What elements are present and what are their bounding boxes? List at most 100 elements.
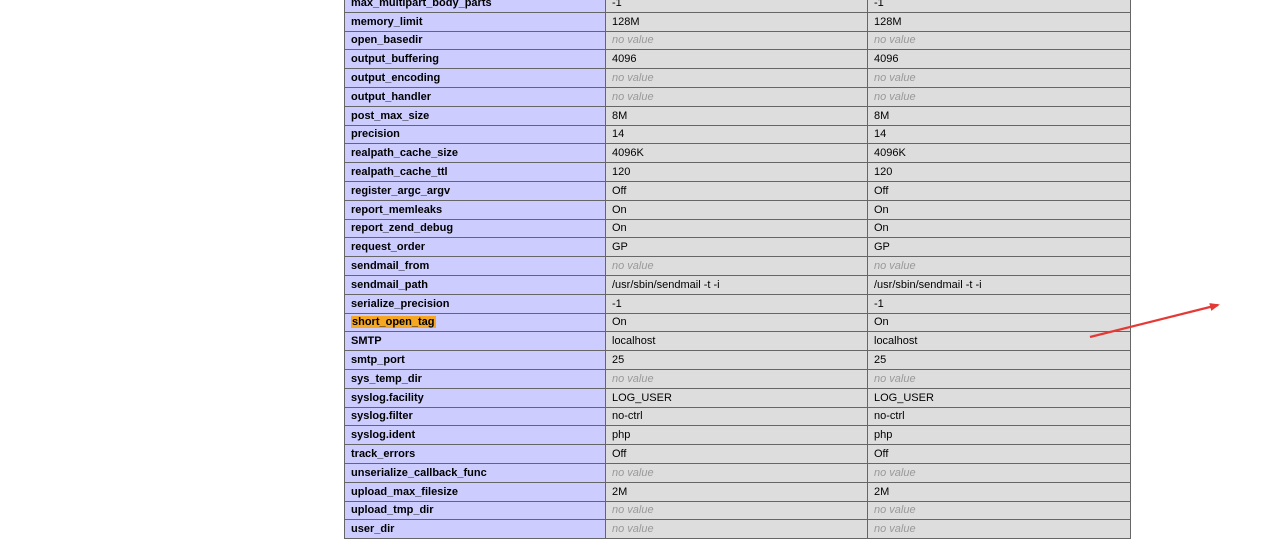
no-value-text: no value	[612, 260, 654, 273]
config-row: post_max_size 8M 8M	[344, 105, 1131, 126]
directive-name: output_handler	[351, 90, 432, 103]
php-config-table: max_multipart_body_parts -1 -1 memory_limit…	[344, 0, 1131, 540]
master-value-cell: no value	[867, 462, 1131, 483]
directive-name: SMTP	[351, 335, 382, 348]
master-value: 120	[874, 166, 893, 179]
config-row: register_argc_argv Off Off	[344, 180, 1131, 201]
config-row: syslog.filter no-ctrl no-ctrl	[344, 406, 1131, 427]
local-value-cell: 120	[605, 162, 868, 182]
directive-name: syslog.facility	[351, 391, 424, 404]
config-row: precision 14 14	[344, 124, 1131, 145]
local-value: 14	[612, 128, 625, 141]
directive-name: memory_limit	[351, 15, 423, 28]
master-value-cell: no value	[867, 256, 1131, 276]
no-value-text: no value	[612, 372, 654, 385]
directive-name-cell: open_basedir	[344, 30, 606, 51]
config-row: upload_tmp_dir no value no value	[344, 500, 1131, 521]
master-value-cell: Off	[867, 180, 1131, 201]
directive-name-cell: syslog.facility	[344, 387, 606, 408]
directive-name-cell: sendmail_path	[344, 274, 606, 295]
config-row: unserialize_callback_func no value no valu…	[344, 462, 1131, 483]
config-row: request_order GP GP	[344, 237, 1131, 258]
local-value: 120	[612, 166, 631, 179]
config-row: output_buffering 4096 4096	[344, 49, 1131, 70]
config-row: smtp_port 25 25	[344, 350, 1131, 370]
master-value-cell: On	[867, 312, 1131, 333]
local-value: localhost	[612, 335, 656, 348]
directive-name: open_basedir	[351, 34, 423, 47]
local-value: 2M	[612, 485, 628, 498]
master-value: 4096K	[874, 147, 906, 160]
local-value-cell: On	[605, 312, 868, 333]
local-value: On	[612, 316, 627, 329]
local-value: 25	[612, 354, 625, 367]
directive-name-cell: sendmail_from	[344, 256, 606, 276]
directive-name: sendmail_from	[351, 260, 430, 273]
directive-name-cell: max_multipart_body_parts	[344, 0, 606, 13]
directive-name: serialize_precision	[351, 297, 450, 310]
no-value-text: no value	[874, 90, 916, 103]
master-value-cell: GP	[867, 237, 1131, 258]
config-row: serialize_precision -1 -1	[344, 293, 1131, 314]
local-value-cell: no value	[605, 256, 868, 276]
master-value: /usr/sbin/sendmail -t -i	[874, 278, 982, 291]
config-row: track_errors Off Off	[344, 444, 1131, 464]
no-value-text: no value	[874, 523, 916, 536]
no-value-text: no value	[874, 260, 916, 273]
master-value: Off	[874, 184, 889, 197]
no-value-text: no value	[874, 34, 916, 47]
master-value-cell: LOG_USER	[867, 387, 1131, 408]
local-value: On	[612, 203, 627, 216]
local-value-cell: no value	[605, 500, 868, 521]
directive-name: register_argc_argv	[351, 184, 451, 197]
local-value: Off	[612, 448, 627, 461]
local-value-cell: On	[605, 199, 868, 220]
master-value-cell: php	[867, 425, 1131, 446]
master-value: -1	[874, 0, 884, 9]
directive-name-cell: realpath_cache_ttl	[344, 162, 606, 182]
local-value-cell: LOG_USER	[605, 387, 868, 408]
directive-name-cell: syslog.filter	[344, 406, 606, 427]
config-row: max_multipart_body_parts -1 -1	[344, 0, 1131, 13]
directive-name: realpath_cache_size	[351, 147, 459, 160]
config-row: realpath_cache_size 4096K 4096K	[344, 143, 1131, 164]
local-value: 4096	[612, 53, 637, 66]
local-value-cell: On	[605, 218, 868, 239]
master-value-cell: no value	[867, 519, 1131, 540]
directive-name-cell: serialize_precision	[344, 293, 606, 314]
master-value-cell: 4096	[867, 49, 1131, 70]
directive-name-cell: output_encoding	[344, 68, 606, 88]
local-value: GP	[612, 241, 628, 254]
config-row: sys_temp_dir no value no value	[344, 368, 1131, 389]
no-value-text: no value	[612, 90, 654, 103]
config-row: realpath_cache_ttl 120 120	[344, 162, 1131, 182]
master-value-cell: 120	[867, 162, 1131, 182]
master-value-cell: 8M	[867, 105, 1131, 126]
local-value: -1	[612, 297, 622, 310]
directive-name-cell: upload_max_filesize	[344, 481, 606, 502]
no-value-text: no value	[612, 504, 654, 517]
config-row: report_zend_debug On On	[344, 218, 1131, 239]
directive-name-cell: syslog.ident	[344, 425, 606, 446]
master-value-cell: /usr/sbin/sendmail -t -i	[867, 274, 1131, 295]
local-value: 128M	[612, 15, 640, 28]
phpinfo-page: max_multipart_body_parts -1 -1 memory_limit…	[0, 0, 1280, 547]
config-row: sendmail_path/usr/sbin/sendmail -t -i/us…	[344, 274, 1131, 295]
directive-name-cell: report_zend_debug	[344, 218, 606, 239]
local-value-cell: no value	[605, 68, 868, 88]
directive-name: sendmail_path	[351, 278, 429, 291]
local-value: -1	[612, 0, 622, 9]
directive-name-cell: user_dir	[344, 519, 606, 540]
directive-name-cell: realpath_cache_size	[344, 143, 606, 164]
directive-name: upload_tmp_dir	[351, 504, 434, 517]
local-value: 4096K	[612, 147, 644, 160]
master-value-cell: localhost	[867, 331, 1131, 352]
master-value-cell: no value	[867, 86, 1131, 107]
directive-name-cell: SMTP	[344, 331, 606, 352]
local-value-cell: 4096K	[605, 143, 868, 164]
master-value-cell: On	[867, 218, 1131, 239]
master-value-cell: no value	[867, 68, 1131, 88]
master-value-cell: no value	[867, 500, 1131, 521]
config-row: output_encoding no value no value	[344, 68, 1131, 88]
master-value: On	[874, 203, 889, 216]
